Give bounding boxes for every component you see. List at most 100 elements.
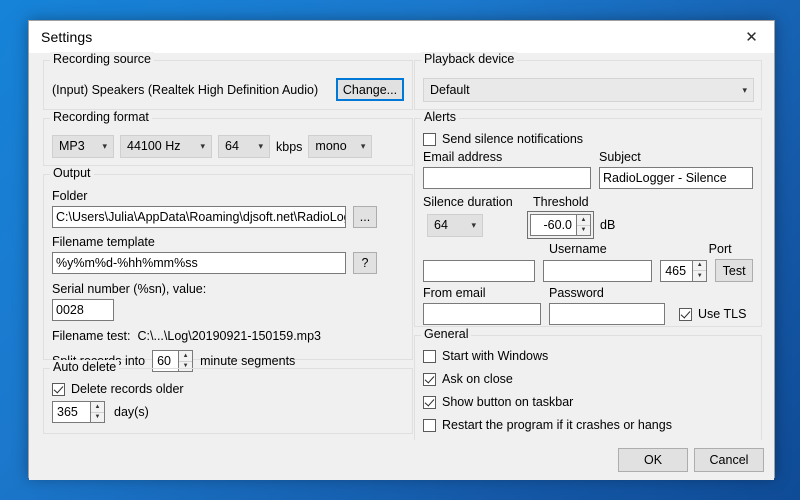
left-column: Recording source (Input) Speakers (Realt…: [43, 52, 413, 442]
from-email-label: From email: [423, 286, 486, 300]
checkbox-box: [423, 418, 436, 432]
alerts-legend: Alerts: [421, 110, 459, 124]
days-buttons[interactable]: ▲ ▼: [90, 401, 105, 423]
dialog-footer: OK Cancel: [29, 440, 774, 480]
settings-window: Settings ✕ Recording source (Input) Spea…: [28, 20, 775, 480]
cancel-button[interactable]: Cancel: [694, 448, 764, 472]
checkbox-box: [423, 372, 436, 386]
output-legend: Output: [50, 166, 94, 180]
spinner-down-icon[interactable]: ▼: [91, 413, 104, 423]
port-label: Port: [708, 242, 732, 256]
group-auto-delete: Auto delete Delete records older 365 ▲ ▼…: [43, 360, 413, 434]
threshold-buttons[interactable]: ▲ ▼: [576, 214, 591, 236]
kbps-label: kbps: [276, 139, 303, 154]
username-input[interactable]: [542, 259, 653, 282]
delete-records-older-checkbox[interactable]: Delete records older: [52, 382, 404, 396]
subject-input[interactable]: RadioLogger - Silence: [599, 167, 753, 189]
group-general: General Start with Windows Ask on close: [414, 327, 762, 457]
days-stepper[interactable]: 365 ▲ ▼: [52, 401, 105, 423]
days-suffix-label: day(s): [114, 405, 149, 419]
checkbox-box: [679, 307, 692, 321]
dialog-body: Recording source (Input) Speakers (Realt…: [29, 52, 774, 480]
spinner-up-icon[interactable]: ▲: [91, 402, 104, 413]
use-tls-checkbox[interactable]: Use TLS: [679, 307, 746, 321]
password-input[interactable]: [549, 303, 665, 325]
auto-delete-legend: Auto delete: [50, 360, 120, 374]
port-stepper[interactable]: 465 ▲ ▼: [660, 259, 708, 282]
port-value[interactable]: 465: [660, 259, 693, 282]
serial-number-label: Serial number (%sn), value:: [52, 282, 207, 296]
checkbox-box: [423, 132, 436, 146]
threshold-value[interactable]: -60.0: [530, 214, 576, 236]
ask-on-close-label: Ask on close: [442, 372, 513, 386]
right-column: Playback device Default ▾ Alerts Send si…: [414, 52, 762, 465]
delete-records-older-label: Delete records older: [71, 382, 184, 396]
playback-device-legend: Playback device: [421, 52, 518, 66]
restart-program-checkbox[interactable]: Restart the program if it crashes or han…: [423, 418, 753, 432]
checkbox-box: [52, 382, 65, 396]
spinner-down-icon[interactable]: ▼: [693, 271, 706, 281]
server-input[interactable]: [423, 259, 535, 282]
silence-duration-value: 64: [434, 217, 448, 232]
playback-device-select[interactable]: Default ▾: [423, 78, 754, 102]
serial-number-input[interactable]: 0028: [52, 299, 114, 321]
restart-program-label: Restart the program if it crashes or han…: [442, 418, 672, 432]
show-button-on-taskbar-checkbox[interactable]: Show button on taskbar: [423, 395, 753, 409]
desktop-background: Settings ✕ Recording source (Input) Spea…: [0, 0, 800, 500]
window-title: Settings: [41, 29, 93, 45]
recording-source-device: (Input) Speakers (Realtek High Definitio…: [52, 82, 319, 97]
checkbox-box: [423, 395, 436, 409]
folder-label: Folder: [52, 189, 88, 203]
port-buttons[interactable]: ▲ ▼: [692, 259, 708, 282]
spinner-up-icon[interactable]: ▲: [577, 215, 590, 226]
samplerate-select[interactable]: 44100 Hz ▾: [120, 135, 212, 158]
chevron-down-icon: ▾: [360, 141, 366, 151]
group-output: Output Folder C:\Users\Julia\AppData\Roa…: [43, 166, 413, 372]
silence-duration-select[interactable]: 64 ▾: [427, 213, 483, 237]
chevron-down-icon: ▾: [258, 141, 263, 151]
template-help-button[interactable]: ?: [353, 252, 377, 274]
username-label: Username: [549, 242, 607, 256]
change-source-button[interactable]: Change...: [336, 78, 404, 101]
bitrate-select[interactable]: 64 ▾: [218, 135, 270, 158]
ok-button[interactable]: OK: [618, 448, 688, 472]
samplerate-value: 44100 Hz: [127, 139, 181, 153]
filename-test-label: Filename test:: [52, 329, 131, 343]
group-recording-source: Recording source (Input) Speakers (Realt…: [43, 52, 413, 110]
test-button[interactable]: Test: [715, 259, 753, 282]
from-email-input[interactable]: [423, 303, 541, 325]
send-silence-notifications-checkbox[interactable]: Send silence notifications: [423, 132, 753, 146]
ask-on-close-checkbox[interactable]: Ask on close: [423, 372, 753, 386]
filename-test-value: C:\...\Log\20190921-150159.mp3: [137, 329, 321, 343]
browse-folder-button[interactable]: ...: [353, 206, 377, 228]
filename-template-label: Filename template: [52, 235, 155, 249]
password-label: Password: [549, 286, 604, 300]
close-icon[interactable]: ✕: [729, 21, 774, 52]
chevron-down-icon: ▾: [471, 219, 476, 230]
spinner-up-icon[interactable]: ▲: [693, 261, 707, 271]
spinner-up-icon[interactable]: ▲: [179, 351, 193, 362]
days-value[interactable]: 365: [52, 401, 90, 423]
email-address-input[interactable]: [423, 167, 591, 189]
start-with-windows-checkbox[interactable]: Start with Windows: [423, 349, 753, 363]
spinner-down-icon[interactable]: ▼: [577, 226, 590, 236]
threshold-stepper[interactable]: -60.0 ▲ ▼: [527, 211, 594, 239]
recording-format-legend: Recording format: [50, 110, 152, 124]
filename-template-input[interactable]: %y%m%d-%hh%mm%ss: [52, 252, 346, 274]
channels-select[interactable]: mono ▾: [308, 135, 373, 158]
folder-input[interactable]: C:\Users\Julia\AppData\Roaming\djsoft.ne…: [52, 206, 346, 228]
channels-value: mono: [315, 139, 347, 153]
recording-source-legend: Recording source: [50, 52, 154, 66]
chevron-down-icon: ▾: [102, 141, 107, 151]
chevron-down-icon: ▾: [200, 141, 205, 151]
start-with-windows-label: Start with Windows: [442, 349, 549, 363]
title-bar: Settings ✕: [29, 21, 774, 54]
threshold-label: Threshold: [533, 195, 589, 209]
use-tls-label: Use TLS: [698, 307, 747, 321]
bitrate-value: 64: [225, 139, 239, 153]
minute-segments-label: minute segments: [200, 354, 296, 368]
chevron-down-icon: ▾: [742, 85, 747, 95]
silence-duration-label: Silence duration: [423, 195, 513, 209]
checkbox-box: [423, 349, 436, 363]
codec-select[interactable]: MP3 ▾: [52, 135, 114, 158]
